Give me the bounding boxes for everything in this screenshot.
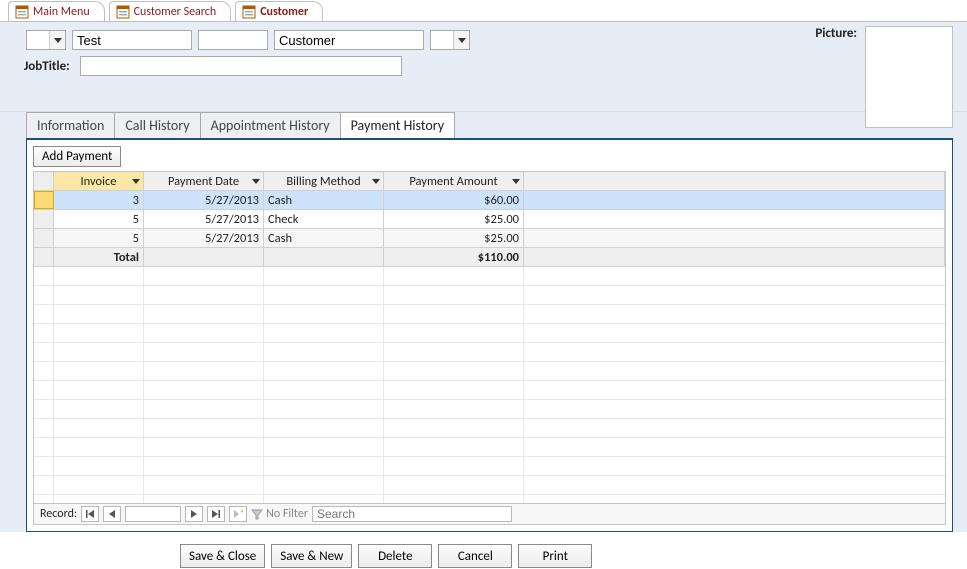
tab-label: Call History: [125, 117, 189, 134]
chevron-down-icon: [49, 31, 65, 49]
action-bar: Save & Close Save & New Delete Cancel Pr…: [0, 538, 967, 568]
row-selector[interactable]: [34, 191, 54, 209]
form-icon: [242, 5, 256, 19]
grid-header: Invoice Payment Date Billing Method Paym…: [34, 172, 945, 191]
doctab-customer[interactable]: Customer: [235, 1, 323, 21]
col-label: Payment Amount: [409, 174, 497, 189]
doctab-label: Customer: [260, 5, 308, 19]
record-label: Record:: [40, 507, 77, 521]
last-name-field[interactable]: [274, 30, 424, 50]
cell-invoice[interactable]: 5: [54, 210, 144, 228]
add-payment-button[interactable]: Add Payment: [33, 146, 121, 167]
nav-prev-button[interactable]: [103, 506, 121, 522]
title-combo[interactable]: [26, 30, 66, 50]
cell-blank: [144, 248, 264, 266]
row-selector: [34, 248, 54, 266]
cell-blank: [524, 248, 945, 266]
cancel-button[interactable]: Cancel: [438, 544, 512, 568]
payment-history-panel: Add Payment Invoice Payment Date Billing…: [26, 140, 953, 532]
picture-frame[interactable]: [865, 26, 953, 128]
tab-payment-history[interactable]: Payment History: [340, 112, 455, 138]
cell-date[interactable]: 5/27/2013: [144, 229, 264, 247]
table-row[interactable]: 5 5/27/2013 Check $25.00: [34, 210, 945, 229]
col-label: Invoice: [80, 174, 116, 189]
customer-header-form: JobTitle: Picture:: [0, 22, 967, 112]
nav-next-button[interactable]: [185, 506, 203, 522]
table-total-row: Total $110.00: [34, 248, 945, 267]
save-new-button[interactable]: Save & New: [271, 544, 352, 568]
payments-datasheet: Invoice Payment Date Billing Method Paym…: [33, 171, 946, 525]
filter-indicator[interactable]: No Filter: [251, 507, 308, 521]
nav-last-button[interactable]: [207, 506, 225, 522]
filter-label: No Filter: [266, 507, 308, 521]
cell-method[interactable]: Cash: [264, 191, 384, 209]
nav-first-button[interactable]: [81, 506, 99, 522]
cell-method[interactable]: Cash: [264, 229, 384, 247]
col-header-billing-method[interactable]: Billing Method: [264, 172, 384, 190]
tab-label: Payment History: [351, 117, 444, 134]
cell-invoice[interactable]: 3: [54, 191, 144, 209]
col-label: Billing Method: [286, 174, 360, 189]
col-label: Payment Date: [168, 174, 239, 189]
chevron-down-icon[interactable]: [251, 176, 261, 186]
cell-amount[interactable]: $60.00: [384, 191, 524, 209]
cell-blank: [524, 191, 945, 209]
cell-amount[interactable]: $25.00: [384, 229, 524, 247]
save-close-button[interactable]: Save & Close: [180, 544, 265, 568]
print-button[interactable]: Print: [518, 544, 592, 568]
doctab-main-menu[interactable]: Main Menu: [8, 1, 105, 21]
svg-text:✳: ✳: [240, 509, 243, 515]
chevron-down-icon: [453, 31, 469, 49]
grid-empty-area: [34, 267, 945, 503]
cell-invoice[interactable]: 5: [54, 229, 144, 247]
first-name-field[interactable]: [72, 30, 192, 50]
total-label: Total: [54, 248, 144, 266]
record-number-field[interactable]: [125, 506, 181, 522]
jobtitle-label: JobTitle:: [24, 59, 70, 74]
tab-label: Information: [37, 117, 104, 134]
col-header-payment-amount[interactable]: Payment Amount: [384, 172, 524, 190]
doctab-label: Customer Search: [134, 5, 217, 19]
cell-amount[interactable]: $25.00: [384, 210, 524, 228]
cell-blank: [264, 248, 384, 266]
jobtitle-field[interactable]: [80, 56, 402, 76]
cell-date[interactable]: 5/27/2013: [144, 210, 264, 228]
nav-new-button[interactable]: ✳: [229, 506, 247, 522]
table-row[interactable]: 3 5/27/2013 Cash $60.00: [34, 191, 945, 210]
tab-information[interactable]: Information: [26, 112, 115, 138]
picture-box: Picture:: [815, 26, 953, 128]
col-header-payment-date[interactable]: Payment Date: [144, 172, 264, 190]
total-amount: $110.00: [384, 248, 524, 266]
form-icon: [116, 5, 130, 19]
row-selector[interactable]: [34, 229, 54, 247]
tab-appointment-history[interactable]: Appointment History: [200, 112, 341, 138]
cell-date[interactable]: 5/27/2013: [144, 191, 264, 209]
chevron-down-icon[interactable]: [371, 176, 381, 186]
col-header-invoice[interactable]: Invoice: [54, 172, 144, 190]
record-navigator: Record: ✳ No Filter: [34, 503, 945, 524]
suffix-combo[interactable]: [430, 30, 470, 50]
cell-blank: [524, 229, 945, 247]
doctab-label: Main Menu: [33, 5, 90, 19]
doctab-customer-search[interactable]: Customer Search: [109, 1, 232, 21]
funnel-icon: [251, 508, 263, 520]
tab-label: Appointment History: [211, 117, 330, 134]
row-selector[interactable]: [34, 210, 54, 228]
delete-button[interactable]: Delete: [358, 544, 432, 568]
table-row[interactable]: 5 5/27/2013 Cash $25.00: [34, 229, 945, 248]
cell-method[interactable]: Check: [264, 210, 384, 228]
document-tabs: Main Menu Customer Search Customer: [0, 0, 967, 22]
tab-call-history[interactable]: Call History: [114, 112, 200, 138]
select-all-corner[interactable]: [34, 172, 54, 190]
col-header-blank: [524, 172, 945, 190]
chevron-down-icon[interactable]: [131, 176, 141, 186]
form-icon: [15, 5, 29, 19]
chevron-down-icon[interactable]: [511, 176, 521, 186]
middle-name-field[interactable]: [198, 30, 268, 50]
picture-label: Picture:: [815, 26, 857, 41]
cell-blank: [524, 210, 945, 228]
record-search-input[interactable]: [312, 506, 512, 522]
